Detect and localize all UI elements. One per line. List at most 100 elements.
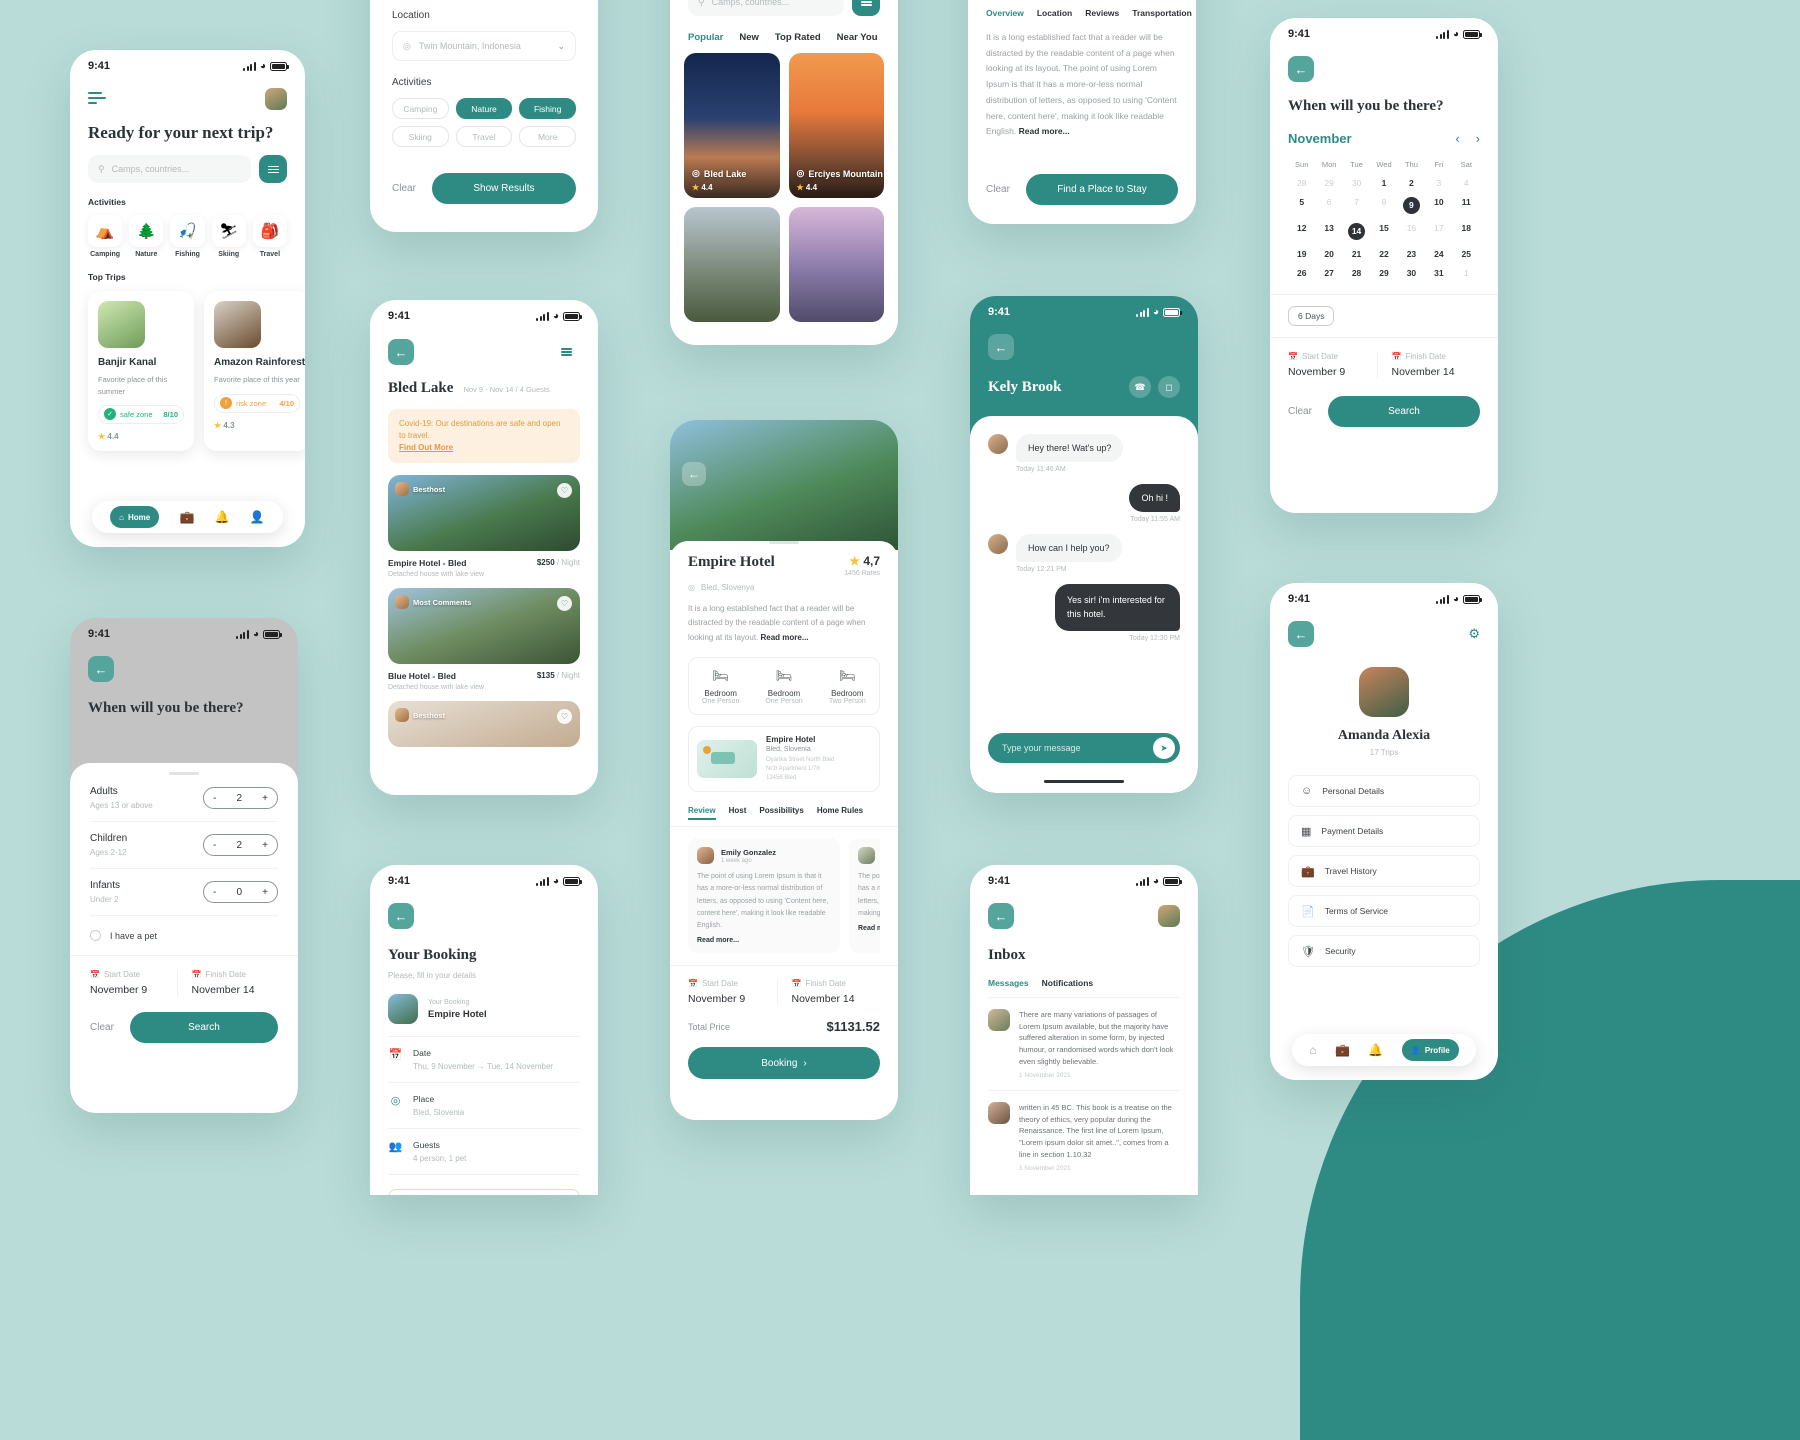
activity-camping[interactable]: ⛺ Camping [88, 215, 123, 258]
calendar-day[interactable]: 16 [1398, 223, 1425, 240]
menu-item-terms-of-service[interactable]: 📄 Terms of Service [1288, 895, 1480, 927]
calendar-day[interactable]: 20 [1315, 249, 1342, 259]
start-date-block[interactable]: 📅 Start Date November 9 [688, 979, 777, 1005]
decrement-button[interactable]: - [213, 840, 216, 851]
place-card[interactable] [788, 207, 884, 322]
finish-date-block[interactable]: 📅 Finish Date November 14 [776, 979, 881, 1006]
calendar-day[interactable]: 29 [1370, 268, 1397, 278]
place-card[interactable]: ◎ Bled Lake ★ 4.4 [684, 53, 780, 198]
trip-card[interactable]: Amazon Rainforest Favorite place of this… [204, 291, 305, 451]
calendar-day[interactable]: 17 [1425, 223, 1452, 240]
activity-fishing[interactable]: 🎣 Fishing [170, 215, 205, 258]
start-date-block[interactable]: 📅 Start Date November 9 [1288, 352, 1377, 378]
search-input[interactable]: ⚲ Camps, countries... [88, 155, 251, 184]
tab-home[interactable]: ⌂ Home [110, 506, 160, 528]
calendar-day[interactable]: 28 [1288, 178, 1315, 188]
map-row[interactable]: Empire Hotel Bled, Slovenia Oyarika Stre… [688, 726, 880, 793]
filter-button[interactable] [259, 155, 287, 184]
calendar-day[interactable]: 13 [1315, 223, 1342, 240]
tab-messages[interactable]: Messages [988, 978, 1029, 988]
avatar[interactable] [1158, 905, 1180, 927]
menu-item-payment-details[interactable]: ▦ Payment Details [1288, 815, 1480, 847]
chip-camping[interactable]: Camping [392, 98, 449, 119]
chip-fishing[interactable]: Fishing [519, 98, 576, 119]
calendar-day[interactable]: 18 [1453, 223, 1480, 240]
drag-handle[interactable] [769, 541, 799, 544]
tab-host[interactable]: Host [729, 806, 747, 820]
decrement-button[interactable]: - [213, 793, 216, 804]
increment-button[interactable]: + [262, 887, 268, 898]
tab-trips[interactable]: 💼 [1335, 1043, 1350, 1057]
filter-button[interactable] [852, 0, 880, 16]
read-more-link[interactable]: Read more... [1019, 126, 1070, 136]
tab-near-you[interactable]: Near You [837, 32, 878, 43]
calendar-day[interactable]: 2 [1398, 178, 1425, 188]
pet-option[interactable]: I have a pet [70, 916, 298, 955]
inbox-item[interactable]: There are many variations of passages of… [988, 998, 1180, 1090]
menu-item-travel-history[interactable]: 💼 Travel History [1288, 855, 1480, 887]
tab-profile[interactable]: 👤 [250, 510, 265, 524]
tab-overview[interactable]: Overview [986, 8, 1024, 18]
calendar-day[interactable]: 15 [1370, 223, 1397, 240]
calendar-day[interactable]: 21 [1343, 249, 1370, 259]
inbox-item[interactable]: written in 45 BC. This book is a treatis… [988, 1091, 1180, 1183]
back-button[interactable]: ← [682, 462, 706, 486]
avatar[interactable] [1359, 667, 1409, 717]
tab-transportation[interactable]: Transportation [1132, 8, 1192, 18]
chevron-down-icon[interactable]: ⌄ [557, 41, 565, 52]
calendar-day[interactable]: 31 [1425, 268, 1452, 278]
tab-trips[interactable]: 💼 [179, 510, 194, 524]
calendar-day[interactable]: 7 [1343, 197, 1370, 214]
calendar-day[interactable]: 5 [1288, 197, 1315, 214]
read-more-link[interactable]: Read more... [761, 633, 809, 642]
stepper-children[interactable]: - 2 + [203, 834, 278, 856]
search-input[interactable]: ⚲ Camps, countries... [688, 0, 844, 16]
booking-hotel-row[interactable]: Your Booking Empire Hotel [370, 980, 598, 1024]
back-button[interactable]: ← [988, 334, 1014, 360]
place-card[interactable] [684, 207, 780, 322]
favorite-icon[interactable]: ♡ [557, 596, 572, 611]
finish-date-block[interactable]: 📅 Finish Date November 14 [1376, 352, 1481, 378]
next-month-button[interactable]: › [1476, 131, 1480, 146]
calendar-day[interactable]: 29 [1315, 178, 1342, 188]
video-icon[interactable]: ◻ [1158, 376, 1180, 398]
tab-notifications[interactable]: Notifications [1042, 978, 1093, 988]
place-card[interactable]: ◎ Erciyes Mountain ★ 4.4 [788, 53, 884, 198]
calendar-day[interactable]: 4 [1453, 178, 1480, 188]
calendar-day-selected-end[interactable]: 14 [1348, 223, 1366, 240]
chip-more[interactable]: More [519, 126, 576, 147]
back-button[interactable]: ← [88, 656, 114, 682]
location-input[interactable]: ◎ Twin Mountain, Indonesia ⌄ [392, 31, 576, 61]
calendar-day[interactable]: 30 [1343, 178, 1370, 188]
booking-row-place[interactable]: ◎ Place Bled, Slovenia [388, 1083, 580, 1128]
covid-link[interactable]: Find Out More [399, 443, 453, 452]
activity-skiing[interactable]: ⛷ Skiing [211, 215, 246, 258]
favorite-icon[interactable]: ♡ [557, 709, 572, 724]
chip-skiing[interactable]: Skiing [392, 126, 449, 147]
calendar-day[interactable]: 6 [1315, 197, 1342, 214]
back-button[interactable]: ← [988, 903, 1014, 929]
calendar-day[interactable]: 30 [1398, 268, 1425, 278]
menu-item-personal-details[interactable]: ☺ Personal Details [1288, 775, 1480, 807]
back-button[interactable]: ← [388, 903, 414, 929]
calendar-day[interactable]: 11 [1453, 197, 1480, 214]
decrement-button[interactable]: - [213, 887, 216, 898]
prev-month-button[interactable]: ‹ [1455, 131, 1459, 146]
review-read-more[interactable]: Read more... [697, 937, 831, 944]
calendar-day[interactable]: 22 [1370, 249, 1397, 259]
tab-possibilitys[interactable]: Possibilitys [759, 806, 803, 820]
calendar-day[interactable]: 1 [1453, 268, 1480, 278]
tab-home[interactable]: ⌂ [1309, 1043, 1316, 1057]
calendar-day[interactable]: 10 [1425, 197, 1452, 214]
finish-date-block[interactable]: 📅 Finish Date November 14 [176, 970, 279, 996]
booking-row-date[interactable]: 📅 Date Thu, 9 November → Tue, 14 Novembe… [388, 1037, 580, 1082]
message-input-bar[interactable]: Type your message ➤ [988, 733, 1180, 763]
back-button[interactable]: ← [1288, 56, 1314, 82]
trip-card[interactable]: Banjir Kanal Favorite place of this summ… [88, 291, 194, 451]
chip-nature[interactable]: Nature [455, 98, 513, 119]
clear-button[interactable]: Clear [986, 184, 1010, 195]
calendar-day[interactable]: 25 [1453, 249, 1480, 259]
review-read-more[interactable]: Read m [858, 925, 880, 932]
listing-item[interactable]: Besthost ♡ Empire Hotel - Bled Detached … [370, 463, 598, 578]
calendar-day[interactable]: 28 [1343, 268, 1370, 278]
